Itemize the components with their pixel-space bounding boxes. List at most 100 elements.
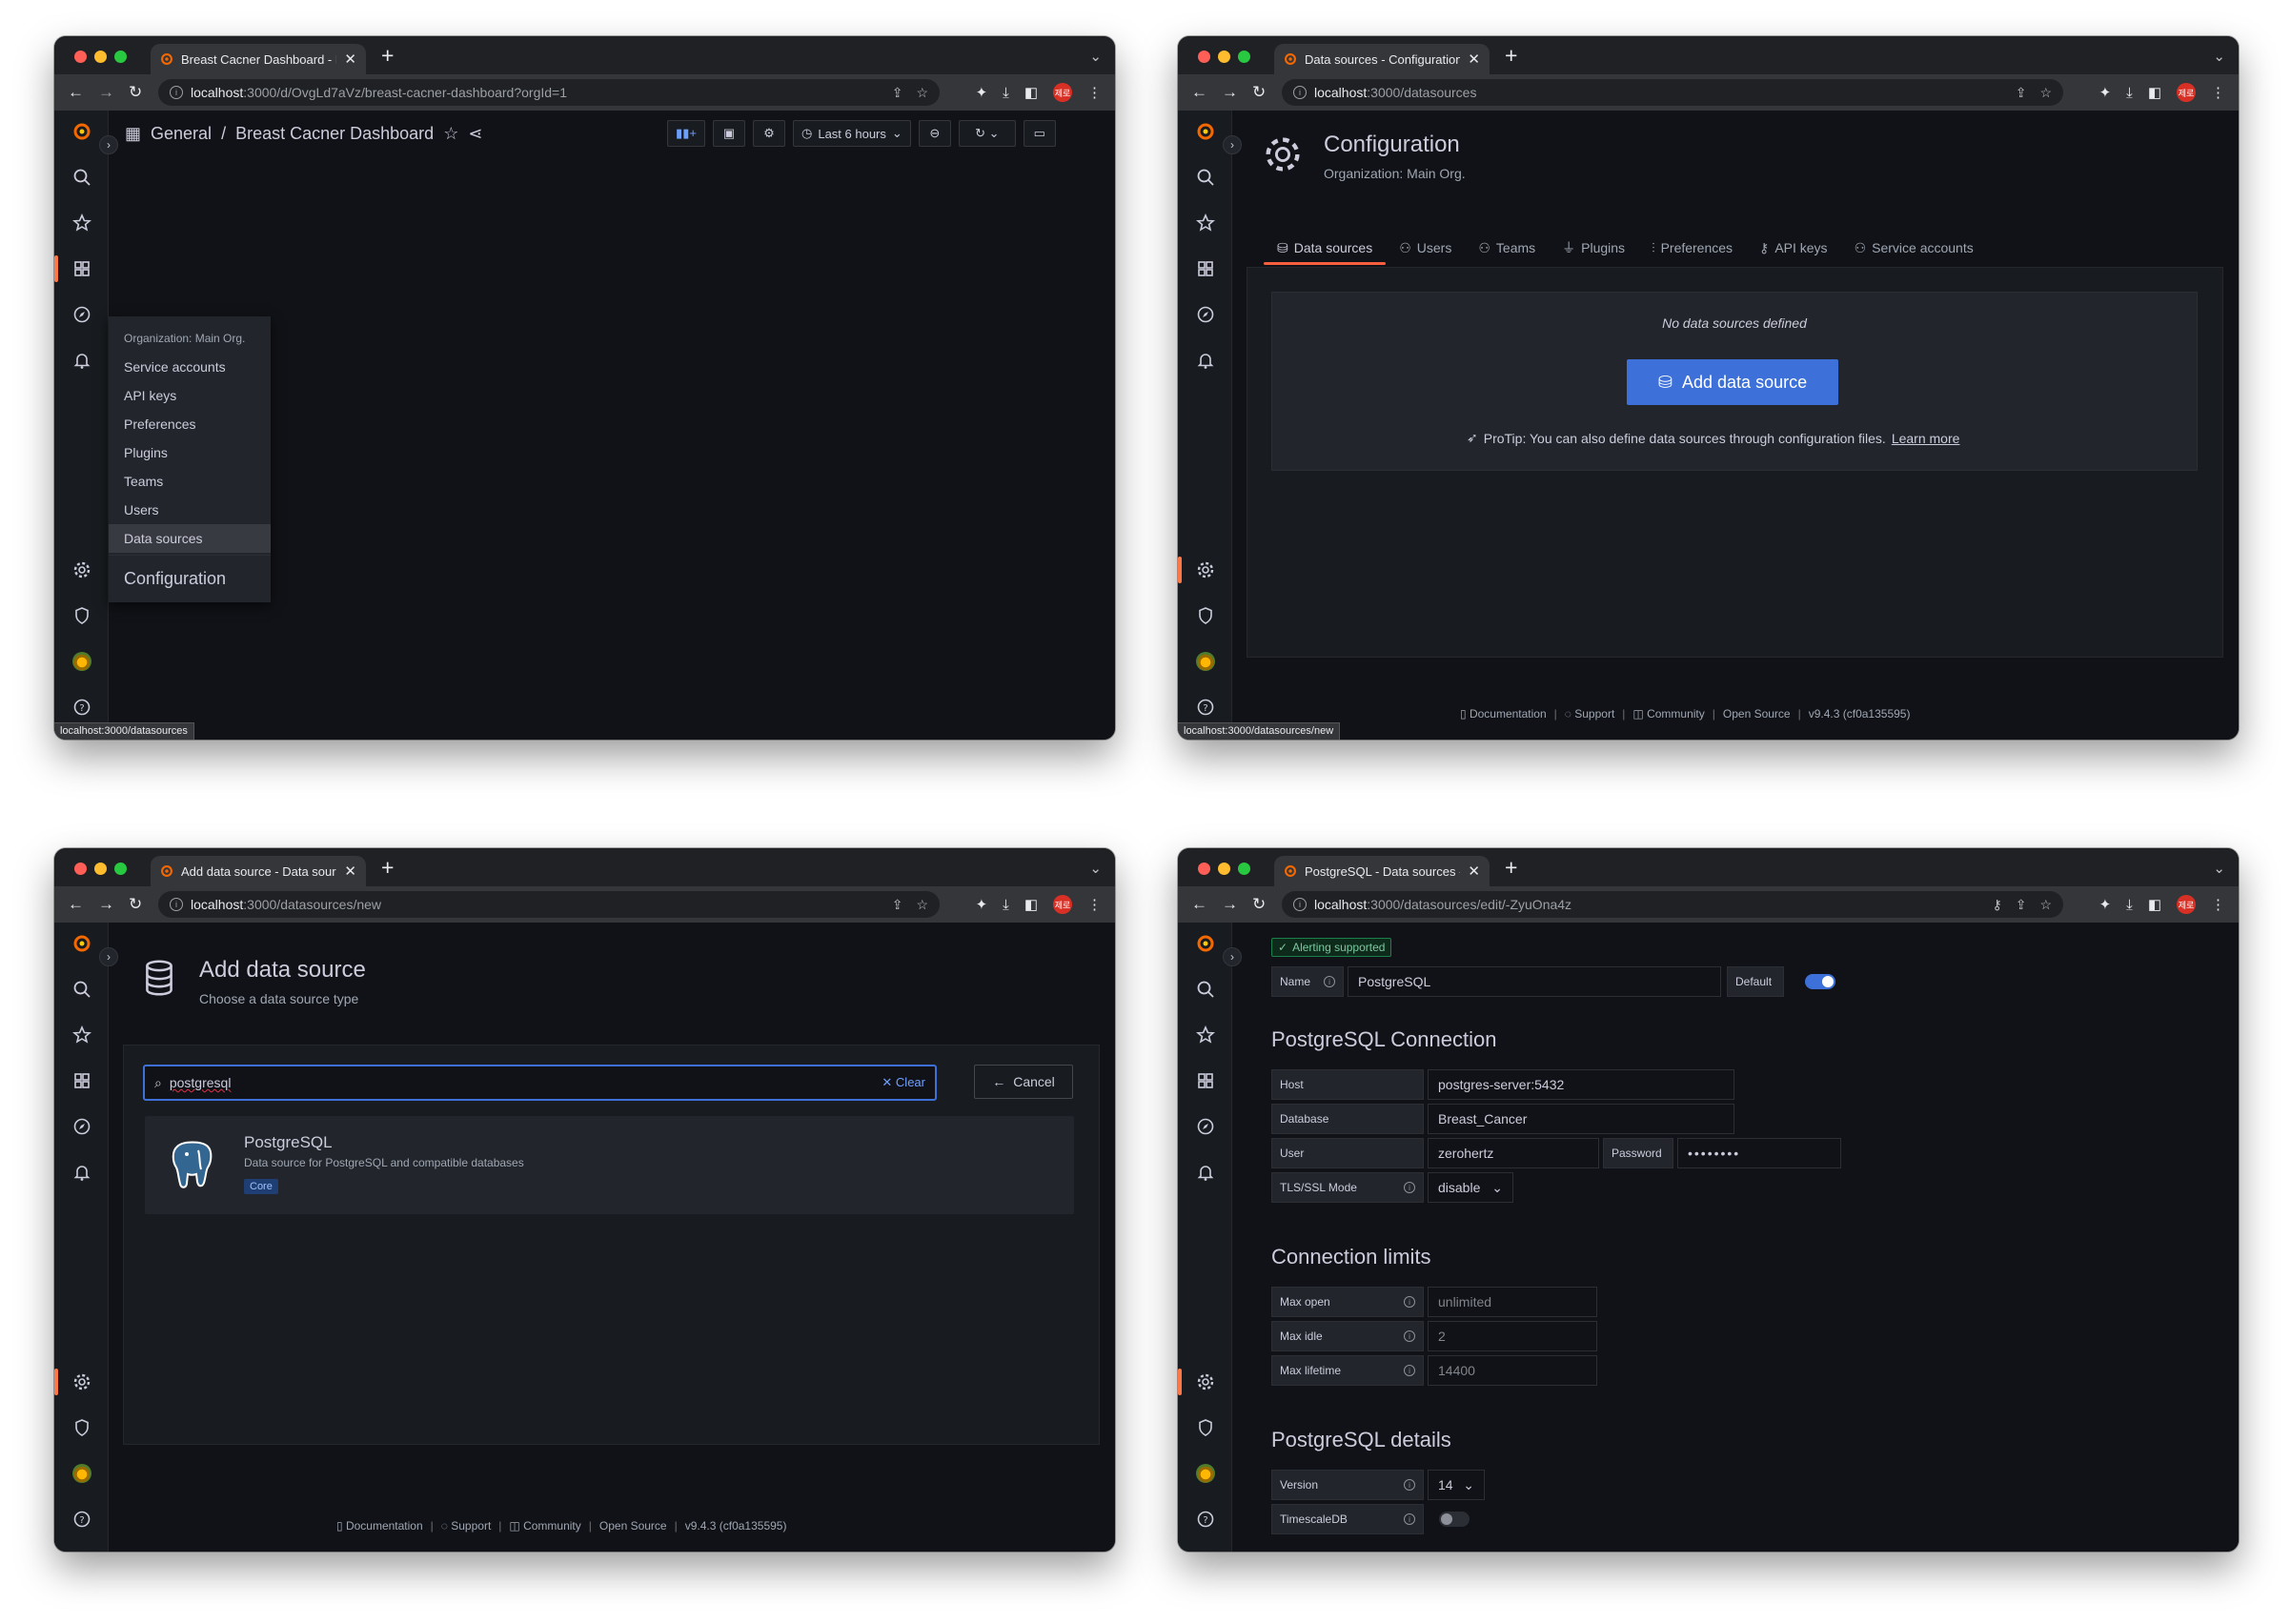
password-key-icon[interactable]: ⚷	[1992, 897, 2001, 913]
tab-plugins[interactable]: ⏚ Plugins	[1549, 233, 1638, 263]
tab-api-keys[interactable]: ⚷ API keys	[1746, 233, 1841, 263]
site-info-icon[interactable]: i	[1293, 86, 1307, 99]
support-link[interactable]: ◌ Support	[441, 1519, 492, 1533]
reload-icon[interactable]: ↻	[129, 896, 142, 913]
tab-close-icon[interactable]: ✕	[1468, 51, 1480, 68]
admin-shield-icon[interactable]	[1178, 599, 1232, 633]
max-idle-input[interactable]: 2	[1428, 1321, 1597, 1351]
info-icon[interactable]: i	[1404, 1182, 1415, 1193]
data-source-card-postgresql[interactable]: PostgreSQL Data source for PostgreSQL an…	[145, 1116, 1074, 1214]
max-open-input[interactable]: unlimited	[1428, 1287, 1597, 1317]
profile-avatar[interactable]: 제로	[2177, 895, 2196, 914]
tab-close-icon[interactable]: ✕	[1468, 863, 1480, 880]
back-icon[interactable]: ←	[68, 84, 84, 101]
search-icon[interactable]	[1178, 972, 1232, 1006]
sidebar-expand-icon[interactable]: ›	[1223, 947, 1242, 966]
sidebar-expand-icon[interactable]: ›	[99, 135, 118, 154]
info-icon[interactable]: i	[1404, 1330, 1415, 1342]
menu-item-plugins[interactable]: Plugins	[109, 438, 271, 467]
window-controls[interactable]	[74, 51, 127, 63]
tab-search-icon[interactable]: ⌄	[1089, 860, 1102, 877]
share-icon[interactable]: ⇪	[892, 897, 903, 913]
configuration-gear-icon[interactable]	[54, 553, 109, 587]
close-window-button[interactable]	[74, 863, 87, 875]
forward-icon[interactable]: →	[98, 896, 114, 913]
close-window-button[interactable]	[1198, 863, 1210, 875]
reload-icon[interactable]: ↻	[1252, 84, 1266, 101]
tab-search-icon[interactable]: ⌄	[1089, 48, 1102, 65]
user-avatar-icon[interactable]	[1178, 1456, 1232, 1491]
tab-search-icon[interactable]: ⌄	[2213, 48, 2225, 65]
forward-icon[interactable]: →	[98, 84, 114, 101]
starred-icon[interactable]	[1178, 206, 1232, 240]
dashboards-icon[interactable]	[1178, 252, 1232, 286]
help-icon[interactable]: ?	[1178, 690, 1232, 724]
info-icon[interactable]: i	[1404, 1365, 1415, 1376]
open-source-link[interactable]: Open Source	[1723, 707, 1791, 721]
browser-tab[interactable]: PostgreSQL - Data sources - C ✕	[1274, 856, 1490, 886]
learn-more-link[interactable]: Learn more	[1892, 431, 1960, 446]
tab-users[interactable]: ⚇ Users	[1386, 233, 1465, 263]
download-icon[interactable]: ⤓	[2126, 897, 2133, 913]
back-icon[interactable]: ←	[1191, 84, 1207, 101]
sidepanel-icon[interactable]: ◧	[1024, 896, 1038, 913]
help-icon[interactable]: ?	[54, 1502, 109, 1536]
info-icon[interactable]: i	[1404, 1513, 1415, 1525]
extensions-icon[interactable]: ✦	[2099, 84, 2112, 101]
site-info-icon[interactable]: i	[170, 86, 183, 99]
timescaledb-toggle[interactable]	[1439, 1512, 1470, 1527]
explore-compass-icon[interactable]	[1178, 1109, 1232, 1144]
configuration-gear-icon[interactable]	[1178, 1365, 1232, 1399]
new-tab-icon[interactable]: +	[1505, 43, 1517, 68]
address-bar[interactable]: i localhost:3000/datasources/edit/-ZyuOn…	[1282, 891, 2063, 918]
user-avatar-icon[interactable]	[1178, 644, 1232, 679]
star-dashboard-icon[interactable]: ☆	[443, 124, 458, 144]
cancel-button[interactable]: ← Cancel	[974, 1065, 1073, 1099]
chrome-menu-icon[interactable]: ⋮	[2211, 896, 2225, 913]
admin-shield-icon[interactable]	[1178, 1411, 1232, 1445]
alerting-bell-icon[interactable]	[54, 343, 109, 377]
tv-mode-button[interactable]: ▭	[1023, 120, 1056, 147]
dashboard-title[interactable]: Breast Cacner Dashboard	[235, 124, 434, 144]
community-link[interactable]: ◫ Community	[1632, 707, 1704, 721]
dashboards-icon[interactable]	[54, 252, 109, 286]
help-icon[interactable]: ?	[1178, 1502, 1232, 1536]
maximize-window-button[interactable]	[114, 51, 127, 63]
version-select[interactable]: 14 ⌄	[1428, 1470, 1485, 1500]
menu-item-users[interactable]: Users	[109, 496, 271, 524]
reload-icon[interactable]: ↻	[129, 84, 142, 101]
download-icon[interactable]: ⤓	[1003, 85, 1009, 101]
window-controls[interactable]	[1198, 51, 1250, 63]
maximize-window-button[interactable]	[114, 863, 127, 875]
tab-search-icon[interactable]: ⌄	[2213, 860, 2225, 877]
dashboards-icon[interactable]	[1178, 1064, 1232, 1098]
browser-tab[interactable]: Data sources - Configuration - ✕	[1274, 44, 1490, 74]
tab-close-icon[interactable]: ✕	[344, 51, 356, 68]
maximize-window-button[interactable]	[1238, 51, 1250, 63]
tab-close-icon[interactable]: ✕	[344, 863, 356, 880]
address-bar[interactable]: i localhost:3000/datasources/new ⇪ ☆	[158, 891, 940, 918]
browser-tab[interactable]: Add data source - Data source ✕	[151, 856, 366, 886]
minimize-window-button[interactable]	[1218, 863, 1230, 875]
sidebar-expand-icon[interactable]: ›	[1223, 135, 1242, 154]
add-panel-button[interactable]: ▮▮+	[667, 120, 705, 147]
minimize-window-button[interactable]	[1218, 51, 1230, 63]
configuration-gear-icon[interactable]	[54, 1365, 109, 1399]
menu-item-data-sources[interactable]: Data sources	[109, 524, 271, 553]
bookmark-star-icon[interactable]: ☆	[2039, 897, 2052, 913]
new-tab-icon[interactable]: +	[381, 855, 394, 880]
bookmark-star-icon[interactable]: ☆	[916, 85, 928, 101]
host-input[interactable]: postgres-server:5432	[1428, 1069, 1734, 1100]
new-tab-icon[interactable]: +	[381, 43, 394, 68]
explore-compass-icon[interactable]	[1178, 297, 1232, 332]
download-icon[interactable]: ⤓	[1003, 897, 1009, 913]
starred-icon[interactable]	[54, 206, 109, 240]
save-dashboard-button[interactable]: ▣	[713, 120, 745, 147]
chrome-menu-icon[interactable]: ⋮	[1087, 896, 1102, 913]
documentation-link[interactable]: ▯ Documentation	[1460, 707, 1547, 721]
explore-compass-icon[interactable]	[54, 1109, 109, 1144]
site-info-icon[interactable]: i	[1293, 898, 1307, 911]
search-icon[interactable]	[54, 160, 109, 194]
menu-item-preferences[interactable]: Preferences	[109, 410, 271, 438]
bookmark-star-icon[interactable]: ☆	[916, 897, 928, 913]
